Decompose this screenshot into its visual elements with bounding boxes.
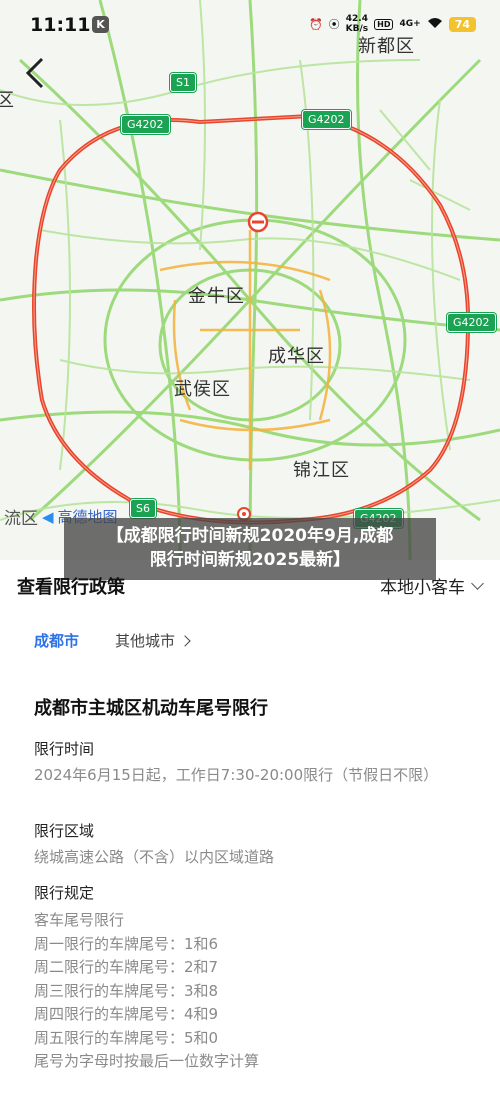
highway-shield-g4202: G4202 [302,110,351,129]
tab-chengdu[interactable]: 成都市 [34,630,79,651]
network-speed-unit: KB/s [345,24,369,34]
rules-line: 周三限行的车牌尾号：3和8 [34,981,219,1000]
map-view[interactable]: 新都区 金牛区 成华区 武侯区 锦江区 区 S1 G4202 G4202 G42… [0,0,500,560]
district-label-jinniu: 金牛区 [188,286,245,307]
back-button[interactable] [22,56,52,90]
time-section-text: 2024年6月15日起，工作日7:30-20:00限行（节假日不限） [34,766,439,784]
wifi-icon [427,17,443,32]
highway-shield-g4202: G4202 [121,115,170,134]
rules-line: 周四限行的车牌尾号：4和9 [34,1005,219,1023]
rules-section-label: 限行规定 [34,884,95,902]
city-tabs: 成都市 其他城市 [34,630,191,651]
alarm-icon: ⏰ [308,17,323,31]
amap-logo-icon: ◀ [42,507,54,526]
rules-list: 客车尾号限行 周一限行的车牌尾号：1和6 周二限行的车牌尾号：2和7 周三限行的… [34,909,259,1074]
status-bar: 11:11 K ⏰ ⦿ 42.4 KB/s HD 4G+ 74 [0,0,500,52]
vehicle-type-label: 本地小客车 [380,578,465,598]
rules-line: 客车尾号限行 [34,911,125,929]
location-icon: ⦿ [328,18,340,31]
signal-icon: 4G+ [399,19,421,29]
road-network [0,0,500,560]
time-section-label: 限行时间 [34,740,95,758]
chevron-left-icon [25,57,44,89]
rules-line: 周一限行的车牌尾号：1和6 [34,934,219,953]
rules-line: 周五限行的车牌尾号：5和0 [34,1028,219,1047]
district-label-chenghua: 成华区 [268,346,325,367]
hd-icon: HD [374,18,394,30]
area-section-label: 限行区域 [34,822,95,840]
district-label-partial: 区 [0,90,15,111]
district-label-jinjiang: 锦江区 [293,460,350,481]
rules-line: 周二限行的车牌尾号：2和7 [34,958,219,976]
battery-icon: 74 [448,16,476,32]
highway-shield-s1: S1 [170,73,196,92]
chevron-down-icon [471,576,484,590]
highway-shield-g4202: G4202 [447,313,496,332]
status-time: 11:11 [30,14,91,36]
highway-shield-s6: S6 [130,499,156,518]
area-section-text: 绕城高速公路（不含）以内区域道路 [34,848,275,866]
rules-line: 尾号为字母时按最后一位数字计算 [34,1052,260,1070]
app-notification-icon: K [92,16,109,33]
district-label-wuhou: 武侯区 [174,379,231,400]
no-entry-icon [247,211,269,233]
rule-title: 成都市主城区机动车尾号限行 [34,698,268,719]
policy-panel-header: 查看限行政策 本地小客车 [0,565,500,605]
panel-title: 查看限行政策 [17,577,125,598]
network-speed-value: 42.4 [345,14,368,24]
tab-other-cities-label: 其他城市 [115,632,176,650]
vehicle-type-select[interactable]: 本地小客车 [380,573,484,598]
chevron-right-icon [179,634,191,647]
district-label-partial: 流区 [4,509,38,529]
network-speed: 42.4 KB/s [346,14,368,34]
tab-other-cities[interactable]: 其他城市 [115,630,191,651]
overlay-title-line1: 【成都限行时间新规2020年9月,成都 [106,526,394,546]
